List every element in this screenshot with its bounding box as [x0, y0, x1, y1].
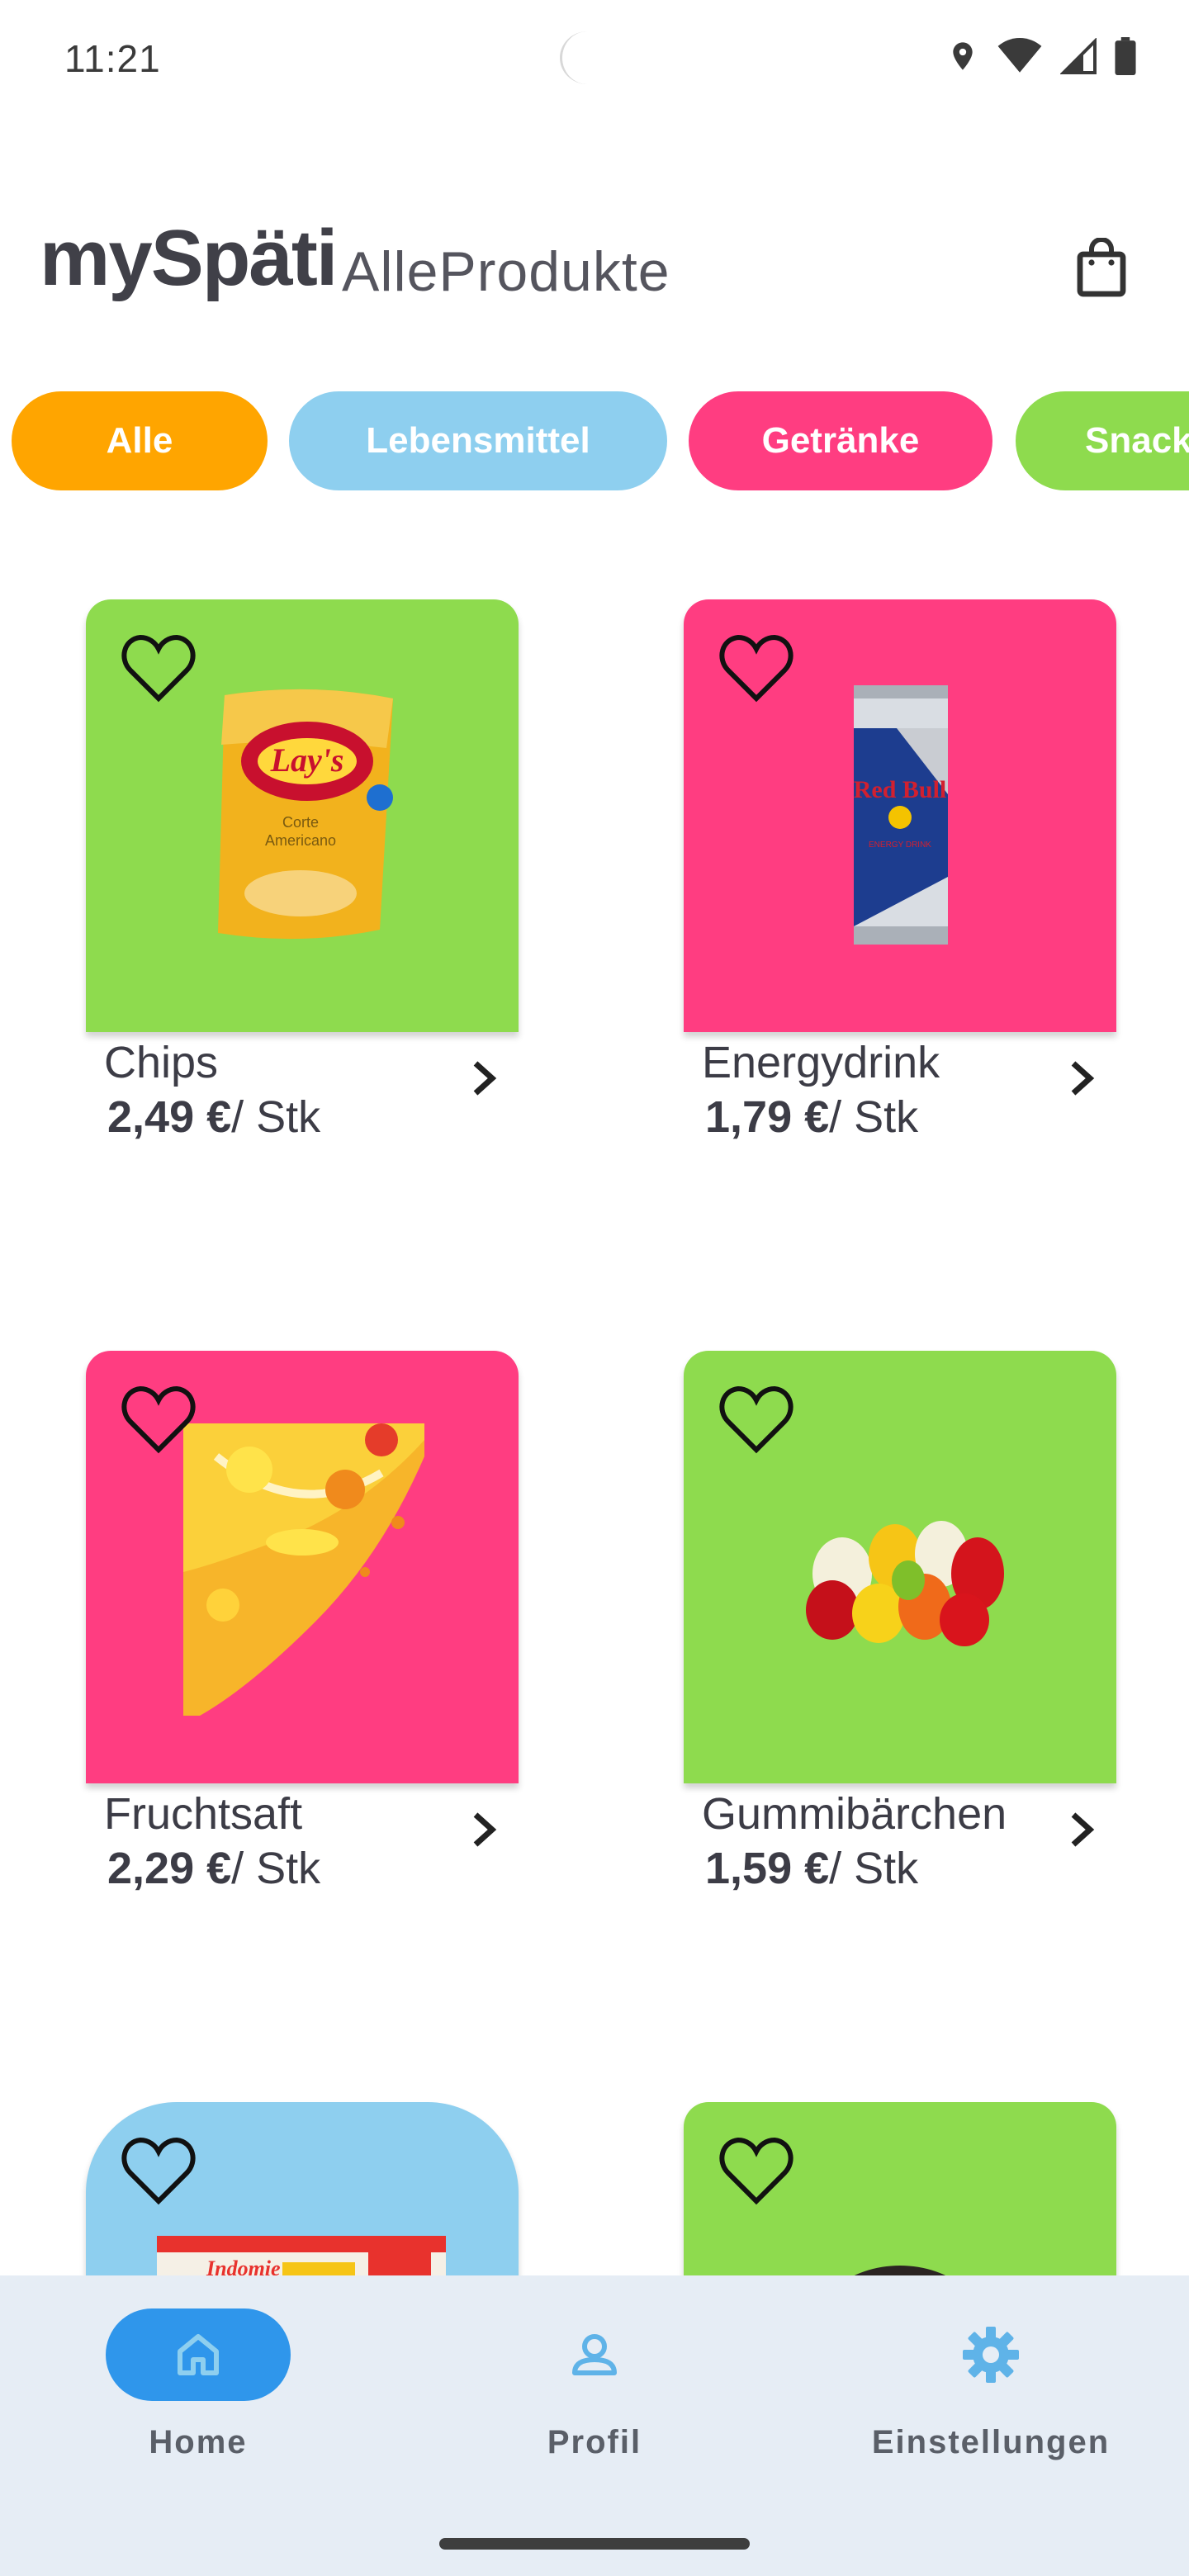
gear-icon — [963, 2327, 1019, 2383]
product-price: 2,29 €/ Stk — [107, 1843, 320, 1894]
product-name: Fruchtsaft — [104, 1789, 303, 1839]
chip-alle[interactable]: Alle — [12, 391, 268, 490]
chip-label: Lebensmittel — [366, 420, 590, 461]
chip-label: Getränke — [761, 420, 920, 461]
product-image-area — [86, 1351, 519, 1783]
heart-icon — [719, 1385, 793, 1454]
svg-text:Corte: Corte — [282, 814, 319, 831]
nav-einstellungen[interactable]: Einstellungen — [842, 2308, 1139, 2461]
product-detail-button[interactable] — [471, 1058, 497, 1102]
product-name: Chips — [104, 1038, 219, 1087]
home-icon — [178, 2334, 219, 2375]
favorite-button[interactable] — [119, 2135, 198, 2210]
product-price: 2,49 €/ Stk — [107, 1091, 320, 1143]
svg-text:Americano: Americano — [265, 832, 336, 849]
product-image-area: Lay's Corte Americano — [86, 599, 519, 1032]
bottom-navigation: Home Profil Einstellungen — [0, 2275, 1189, 2576]
chip-label: Snacks — [1085, 420, 1189, 461]
cart-button[interactable] — [1075, 237, 1128, 301]
heart-icon — [719, 634, 793, 703]
chevron-right-icon — [473, 1812, 497, 1847]
nav-profil-pill — [502, 2308, 687, 2401]
nav-home-pill — [106, 2308, 291, 2401]
product-card[interactable]: Lay's Corte Americano Chips 2,49 €/ Stk — [86, 599, 519, 1142]
chevron-right-icon — [473, 1061, 497, 1096]
product-card[interactable]: Red Bull ENERGY DRINK Energydrink 1,79 €… — [684, 599, 1116, 1142]
chip-snacks[interactable]: Snacks — [1016, 391, 1189, 490]
product-name: Gummibärchen — [702, 1789, 1007, 1839]
shopping-bag-icon — [1077, 237, 1126, 297]
svg-text:Red Bull: Red Bull — [854, 776, 947, 803]
juice-splash-image — [183, 1423, 424, 1716]
product-detail-button[interactable] — [1068, 1058, 1095, 1102]
wifi-icon — [997, 38, 1042, 73]
chevron-right-icon — [1071, 1061, 1095, 1096]
status-bar: 11:21 — [0, 0, 1189, 124]
signal-icon — [1060, 38, 1097, 74]
product-price: 1,79 €/ Stk — [705, 1091, 918, 1143]
product-name: Energydrink — [702, 1038, 940, 1087]
status-time: 11:21 — [64, 37, 161, 80]
chips-bag-image: Lay's Corte Americano — [218, 689, 393, 940]
person-icon — [572, 2334, 617, 2375]
favorite-button[interactable] — [717, 1384, 796, 1459]
chip-lebensmittel[interactable]: Lebensmittel — [289, 391, 667, 490]
nav-label: Einstellungen — [871, 2424, 1111, 2460]
nav-home[interactable]: Home — [50, 2308, 347, 2461]
product-detail-button[interactable] — [471, 1810, 497, 1854]
favorite-button[interactable] — [119, 1384, 198, 1459]
price-unit: / Stk — [829, 1844, 919, 1893]
camera-cutout — [560, 31, 615, 84]
product-image-area: Red Bull ENERGY DRINK — [684, 599, 1116, 1032]
product-price: 1,59 €/ Stk — [705, 1843, 918, 1894]
price-value: 2,49 € — [107, 1092, 232, 1142]
status-icons — [946, 36, 1136, 76]
category-chips: Alle Lebensmittel Getränke Snacks — [12, 391, 1189, 490]
svg-text:Lay's: Lay's — [270, 741, 344, 779]
app-logo: mySpäti — [40, 214, 338, 302]
app-header: mySpäti AlleProdukte — [40, 213, 1149, 304]
favorite-button[interactable] — [119, 632, 198, 708]
nav-label: Home — [149, 2424, 248, 2460]
price-unit: / Stk — [231, 1092, 321, 1142]
chevron-right-icon — [1071, 1812, 1095, 1847]
energy-can-image: Red Bull ENERGY DRINK — [854, 685, 948, 945]
gesture-home-bar[interactable] — [439, 2538, 750, 2550]
heart-icon — [121, 2137, 196, 2205]
price-unit: / Stk — [829, 1092, 919, 1142]
favorite-button[interactable] — [717, 2135, 796, 2210]
heart-icon — [719, 2137, 793, 2205]
svg-text:ENERGY DRINK: ENERGY DRINK — [869, 841, 931, 850]
price-value: 1,79 € — [705, 1092, 830, 1142]
chip-label: Alle — [106, 420, 173, 461]
location-icon — [953, 42, 973, 70]
product-card[interactable]: Gummibärchen 1,59 €/ Stk — [684, 1351, 1116, 1893]
nav-profil[interactable]: Profil — [446, 2308, 743, 2461]
product-image-area — [684, 1351, 1116, 1783]
product-card[interactable]: Fruchtsaft 2,29 €/ Stk — [86, 1351, 519, 1893]
gummy-bears-image — [806, 1521, 1004, 1646]
nav-einstellungen-pill — [898, 2308, 1083, 2401]
nav-label: Profil — [547, 2424, 642, 2460]
chip-getraenke[interactable]: Getränke — [689, 391, 992, 490]
price-unit: / Stk — [231, 1844, 321, 1893]
favorite-button[interactable] — [717, 632, 796, 708]
page-title: AlleProdukte — [342, 240, 670, 303]
heart-icon — [121, 634, 196, 703]
product-detail-button[interactable] — [1068, 1810, 1095, 1854]
price-value: 2,29 € — [107, 1844, 232, 1893]
battery-icon — [1115, 37, 1136, 75]
heart-icon — [121, 1385, 196, 1454]
price-value: 1,59 € — [705, 1844, 830, 1893]
